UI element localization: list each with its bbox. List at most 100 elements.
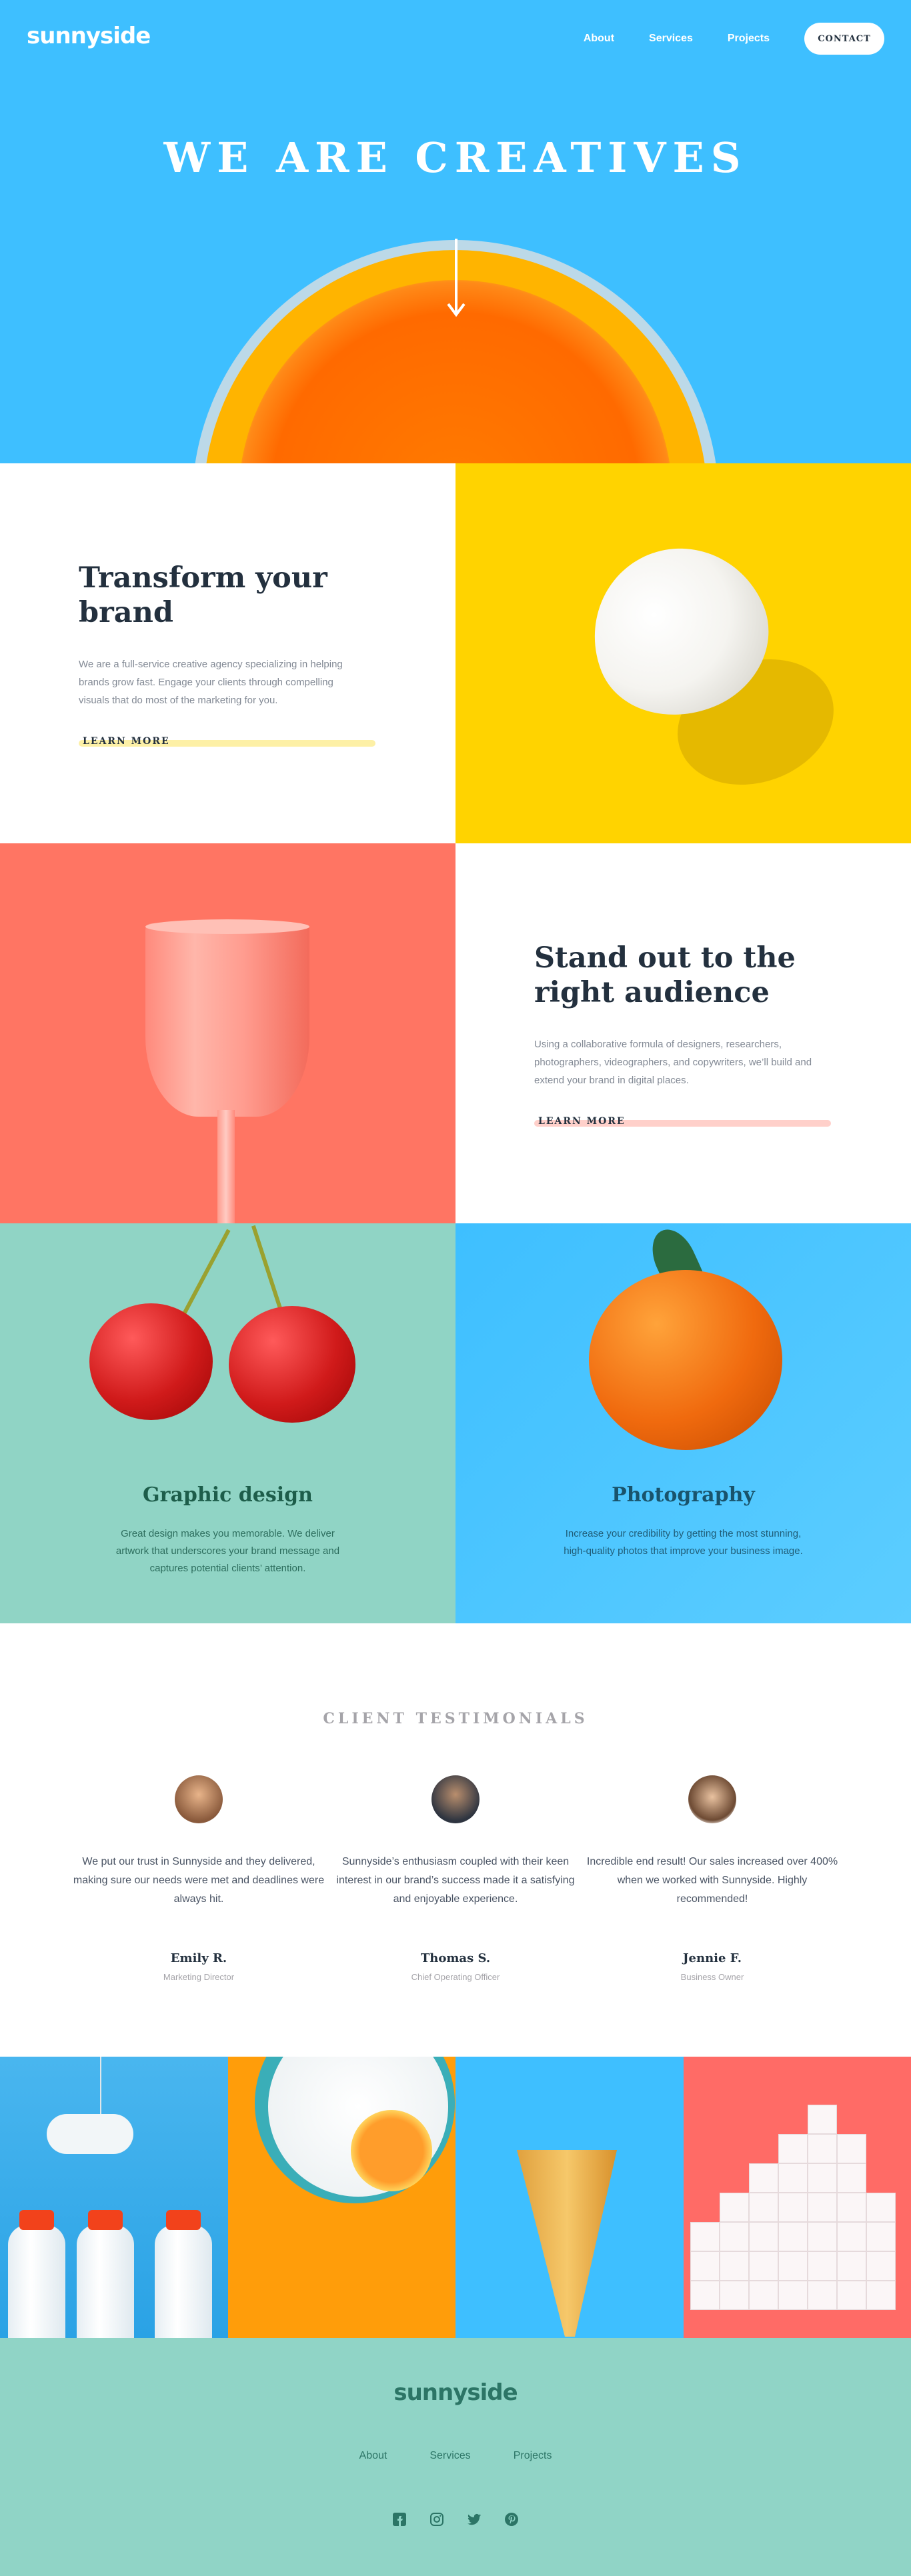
footer-projects-link[interactable]: Projects — [514, 2450, 552, 2462]
gallery-cone-image — [455, 2057, 684, 2338]
learn-more-label: LEARN MORE — [83, 736, 170, 747]
contact-button[interactable]: CONTACT — [804, 23, 884, 55]
footer-about-link[interactable]: About — [359, 2450, 387, 2462]
nav-projects-link[interactable]: Projects — [728, 33, 770, 45]
sugar-cube — [720, 2281, 749, 2310]
sugar-cube — [778, 2222, 808, 2251]
hero-section: sunnyside About Services Projects CONTAC… — [0, 0, 911, 463]
sugar-cube — [837, 2281, 866, 2310]
sugar-cube — [866, 2193, 896, 2222]
hero-title: WE ARE CREATIVES — [0, 133, 911, 182]
main-nav: About Services Projects CONTACT — [584, 23, 884, 55]
feature-title: Stand out to the right audience — [534, 941, 831, 1010]
testimonial-quote: Incredible end result! Our sales increas… — [586, 1853, 839, 1909]
sugar-cube — [690, 2251, 720, 2281]
glass-image — [0, 843, 455, 1223]
sugar-cube — [749, 2281, 778, 2310]
instagram-icon[interactable] — [429, 2511, 445, 2527]
sugar-cube — [808, 2193, 837, 2222]
arrow-down-icon[interactable] — [447, 239, 466, 319]
sugar-cube — [690, 2222, 720, 2251]
card-text: Graphic design Great design makes you me… — [0, 1483, 455, 1577]
card-description: Increase your credibility by getting the… — [564, 1525, 804, 1560]
twitter-icon[interactable] — [466, 2511, 482, 2527]
cloud-string — [100, 2057, 101, 2117]
gallery-sugar-cubes-image — [684, 2057, 911, 2338]
nav-services-link[interactable]: Services — [649, 33, 693, 45]
cherry-image — [229, 1306, 355, 1423]
glass-rim — [145, 919, 309, 934]
gallery-milk-image — [0, 2057, 228, 2338]
sugar-cube — [837, 2222, 866, 2251]
sugar-cube — [749, 2222, 778, 2251]
glass-stem — [217, 1110, 235, 1223]
sugar-cube — [720, 2222, 749, 2251]
testimonial-quote: Sunnyside’s enthusiasm coupled with thei… — [329, 1853, 582, 1909]
sugar-cube — [720, 2251, 749, 2281]
card-title: Photography — [455, 1483, 911, 1507]
graphic-design-card: Graphic design Great design makes you me… — [0, 1223, 455, 1623]
testimonial-name: Emily R. — [72, 1951, 325, 1965]
feature-text-audience: Stand out to the right audience Using a … — [455, 843, 911, 1223]
testimonial-name: Thomas S. — [329, 1951, 582, 1965]
card-text: Photography Increase your credibility by… — [455, 1483, 911, 1560]
social-links — [0, 2511, 911, 2527]
glass-cup — [145, 923, 309, 1117]
feature-row-audience: Stand out to the right audience Using a … — [0, 843, 911, 1223]
sugar-cube — [749, 2193, 778, 2222]
testimonial-card: Incredible end result! Our sales increas… — [586, 1775, 839, 1982]
photography-card: Photography Increase your credibility by… — [455, 1223, 911, 1623]
footer-services-link[interactable]: Services — [429, 2450, 470, 2462]
sugar-cube — [749, 2251, 778, 2281]
sugar-cube — [837, 2193, 866, 2222]
testimonial-quote: We put our trust in Sunnyside and they d… — [72, 1853, 325, 1909]
logo[interactable]: sunnyside — [27, 23, 150, 49]
bottle-cap — [166, 2210, 201, 2230]
bottle — [8, 2225, 65, 2338]
card-description: Great design makes you memorable. We del… — [108, 1525, 348, 1577]
nav-about-link[interactable]: About — [584, 33, 614, 45]
egg-image — [455, 463, 911, 843]
testimonials-section: CLIENT TESTIMONIALS We put our trust in … — [0, 1623, 911, 2057]
services-row: Graphic design Great design makes you me… — [0, 1223, 911, 1623]
footer-logo[interactable]: sunnyside — [0, 2379, 911, 2406]
bottle-cap — [19, 2210, 54, 2230]
testimonials-heading: CLIENT TESTIMONIALS — [0, 1710, 911, 1727]
avatar — [175, 1775, 223, 1823]
testimonial-card: We put our trust in Sunnyside and they d… — [72, 1775, 325, 1982]
testimonial-card: Sunnyside’s enthusiasm coupled with thei… — [329, 1775, 582, 1982]
bottle — [155, 2225, 212, 2338]
sugar-cube — [720, 2193, 749, 2222]
feature-description: We are a full-service creative agency sp… — [79, 655, 365, 709]
learn-more-link[interactable]: LEARN MORE — [79, 736, 375, 747]
gallery-orange-image — [228, 2057, 456, 2338]
cloud-shape — [47, 2114, 133, 2154]
sugar-cube — [837, 2134, 866, 2163]
bottle — [77, 2225, 134, 2338]
pinterest-icon[interactable] — [504, 2511, 520, 2527]
sugar-cube — [866, 2281, 896, 2310]
sugar-cube — [837, 2163, 866, 2193]
facebook-icon[interactable] — [391, 2511, 407, 2527]
feature-title: Transform your brand — [79, 561, 375, 630]
learn-more-label: LEARN MORE — [538, 1116, 626, 1127]
card-title: Graphic design — [0, 1483, 455, 1507]
testimonial-role: Marketing Director — [72, 1972, 325, 1982]
sugar-cube — [778, 2251, 808, 2281]
footer-nav: About Services Projects — [0, 2450, 911, 2462]
sugar-cube — [866, 2222, 896, 2251]
sugar-cube — [778, 2281, 808, 2310]
bottle-cap — [88, 2210, 123, 2230]
avatar — [431, 1775, 480, 1823]
sugar-cube — [808, 2222, 837, 2251]
sugar-cube — [808, 2163, 837, 2193]
sugar-cube — [837, 2251, 866, 2281]
tangerine-image — [589, 1270, 782, 1450]
learn-more-link[interactable]: LEARN MORE — [534, 1116, 831, 1127]
feature-description: Using a collaborative formula of designe… — [534, 1035, 821, 1089]
feature-text-transform: Transform your brand We are a full-servi… — [0, 463, 455, 843]
sugar-cube — [808, 2251, 837, 2281]
footer: sunnyside About Services Projects — [0, 2338, 911, 2576]
sugar-cube — [778, 2163, 808, 2193]
sugar-cube — [808, 2134, 837, 2163]
